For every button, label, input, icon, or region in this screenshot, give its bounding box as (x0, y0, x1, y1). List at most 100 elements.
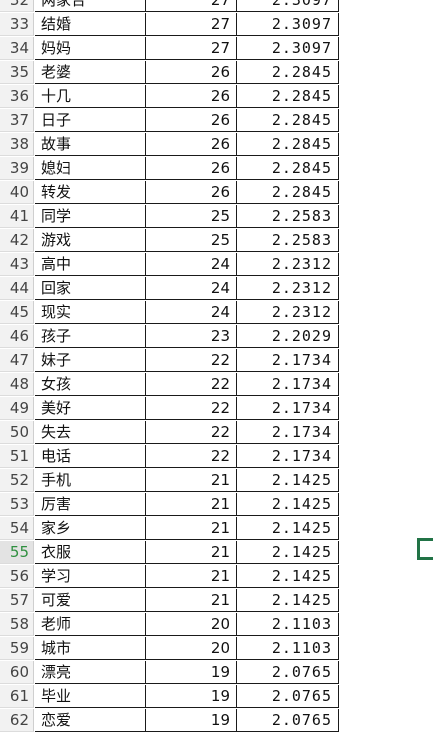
cell-count[interactable]: 27 (146, 13, 237, 36)
cell-count[interactable]: 20 (146, 637, 237, 660)
row-header[interactable]: 59 (0, 637, 34, 660)
cell-word[interactable]: 电话 (35, 445, 146, 468)
cell-value[interactable]: 2.1425 (237, 589, 339, 612)
cell-count[interactable]: 26 (146, 85, 237, 108)
row-header[interactable]: 38 (0, 133, 34, 156)
row-header[interactable]: 52 (0, 469, 34, 492)
row-header[interactable]: 43 (0, 253, 34, 276)
cell-value[interactable]: 2.1734 (237, 349, 339, 372)
cell-count[interactable]: 26 (146, 133, 237, 156)
row-header[interactable]: 35 (0, 61, 34, 84)
cell-word[interactable]: 现实 (35, 301, 146, 324)
cell-value[interactable]: 2.0765 (237, 661, 339, 684)
cell-word[interactable]: 故事 (35, 133, 146, 156)
cell-value[interactable]: 2.1425 (237, 469, 339, 492)
cell-count[interactable]: 21 (146, 517, 237, 540)
cell-word[interactable]: 媳妇 (35, 157, 146, 180)
row-header[interactable]: 46 (0, 325, 34, 348)
cell-count[interactable]: 23 (146, 325, 237, 348)
cell-value[interactable]: 2.0765 (237, 685, 339, 708)
cell-word[interactable]: 妈妈 (35, 37, 146, 60)
row-header[interactable]: 54 (0, 517, 34, 540)
selected-cell-outline[interactable] (417, 538, 433, 560)
row-header[interactable]: 33 (0, 13, 34, 36)
cell-count[interactable]: 19 (146, 709, 237, 732)
cell-word[interactable]: 两家合 (35, 0, 146, 12)
cell-count[interactable]: 22 (146, 445, 237, 468)
cell-value[interactable]: 2.2312 (237, 253, 339, 276)
row-header[interactable]: 40 (0, 181, 34, 204)
row-header[interactable]: 48 (0, 373, 34, 396)
row-header[interactable]: 51 (0, 445, 34, 468)
cell-count[interactable]: 21 (146, 565, 237, 588)
cell-value[interactable]: 2.3097 (237, 13, 339, 36)
cell-word[interactable]: 结婚 (35, 13, 146, 36)
cell-value[interactable]: 2.1425 (237, 517, 339, 540)
cell-word[interactable]: 城市 (35, 637, 146, 660)
row-header[interactable]: 61 (0, 685, 34, 708)
cell-word[interactable]: 可爱 (35, 589, 146, 612)
cell-count[interactable]: 25 (146, 205, 237, 228)
cell-word[interactable]: 厉害 (35, 493, 146, 516)
row-header[interactable]: 39 (0, 157, 34, 180)
row-header[interactable]: 50 (0, 421, 34, 444)
cell-word[interactable]: 妹子 (35, 349, 146, 372)
cell-word[interactable]: 同学 (35, 205, 146, 228)
row-header[interactable]: 32 (0, 0, 34, 12)
cell-value[interactable]: 2.1103 (237, 637, 339, 660)
row-header[interactable]: 55 (0, 541, 34, 564)
cell-word[interactable]: 学习 (35, 565, 146, 588)
cell-count[interactable]: 25 (146, 229, 237, 252)
cell-value[interactable]: 2.1734 (237, 421, 339, 444)
row-header[interactable]: 56 (0, 565, 34, 588)
cell-value[interactable]: 2.1425 (237, 565, 339, 588)
cell-word[interactable]: 游戏 (35, 229, 146, 252)
cell-word[interactable]: 十几 (35, 85, 146, 108)
cell-word[interactable]: 家乡 (35, 517, 146, 540)
cell-word[interactable]: 失去 (35, 421, 146, 444)
cell-word[interactable]: 衣服 (35, 541, 146, 564)
row-header[interactable]: 41 (0, 205, 34, 228)
cell-count[interactable]: 24 (146, 277, 237, 300)
cell-value[interactable]: 2.1425 (237, 493, 339, 516)
cell-value[interactable]: 2.1734 (237, 373, 339, 396)
cell-value[interactable]: 2.2845 (237, 61, 339, 84)
row-header[interactable]: 47 (0, 349, 34, 372)
cell-word[interactable]: 日子 (35, 109, 146, 132)
cell-count[interactable]: 27 (146, 37, 237, 60)
row-header[interactable]: 45 (0, 301, 34, 324)
cell-count[interactable]: 22 (146, 373, 237, 396)
cell-value[interactable]: 2.3097 (237, 0, 339, 12)
row-header[interactable]: 49 (0, 397, 34, 420)
cell-count[interactable]: 24 (146, 301, 237, 324)
cell-word[interactable]: 美好 (35, 397, 146, 420)
cell-count[interactable]: 21 (146, 541, 237, 564)
cell-count[interactable]: 26 (146, 61, 237, 84)
cell-count[interactable]: 21 (146, 469, 237, 492)
row-header[interactable]: 37 (0, 109, 34, 132)
cell-word[interactable]: 老师 (35, 613, 146, 636)
cell-word[interactable]: 转发 (35, 181, 146, 204)
cell-value[interactable]: 2.3097 (237, 37, 339, 60)
cell-word[interactable]: 回家 (35, 277, 146, 300)
cell-count[interactable]: 20 (146, 613, 237, 636)
cell-count[interactable]: 21 (146, 493, 237, 516)
row-header[interactable]: 36 (0, 85, 34, 108)
cell-count[interactable]: 22 (146, 397, 237, 420)
cell-value[interactable]: 2.1103 (237, 613, 339, 636)
cell-value[interactable]: 2.2029 (237, 325, 339, 348)
cell-word[interactable]: 孩子 (35, 325, 146, 348)
cell-count[interactable]: 19 (146, 661, 237, 684)
cell-value[interactable]: 2.2583 (237, 229, 339, 252)
row-header[interactable]: 60 (0, 661, 34, 684)
cell-count[interactable]: 26 (146, 109, 237, 132)
cell-word[interactable]: 漂亮 (35, 661, 146, 684)
cell-count[interactable]: 22 (146, 421, 237, 444)
cell-value[interactable]: 2.2845 (237, 85, 339, 108)
cell-value[interactable]: 2.1734 (237, 397, 339, 420)
cell-value[interactable]: 2.1734 (237, 445, 339, 468)
cell-word[interactable]: 女孩 (35, 373, 146, 396)
cell-value[interactable]: 2.2312 (237, 277, 339, 300)
cell-count[interactable]: 19 (146, 685, 237, 708)
cell-count[interactable]: 22 (146, 349, 237, 372)
